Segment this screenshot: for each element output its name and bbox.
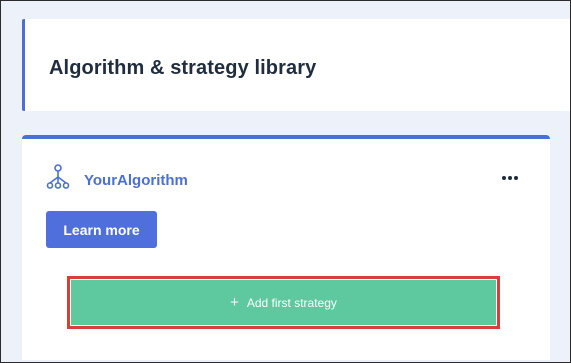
- add-first-strategy-label: Add first strategy: [246, 295, 337, 310]
- algorithm-card: YourAlgorithm Learn more + Add first str…: [22, 135, 550, 360]
- add-strategy-highlight: + Add first strategy: [67, 276, 500, 329]
- add-first-strategy-button[interactable]: + Add first strategy: [71, 280, 496, 325]
- more-options-icon[interactable]: [498, 169, 522, 187]
- library-header-card: Algorithm & strategy library: [22, 19, 570, 111]
- algorithm-name[interactable]: YourAlgorithm: [84, 172, 188, 189]
- learn-more-button[interactable]: Learn more: [46, 211, 157, 248]
- page-title: Algorithm & strategy library: [49, 57, 317, 79]
- plus-icon: +: [230, 294, 239, 311]
- algorithm-tree-icon: [46, 164, 70, 190]
- app-frame: Algorithm & strategy library YourAlgorit…: [0, 0, 571, 363]
